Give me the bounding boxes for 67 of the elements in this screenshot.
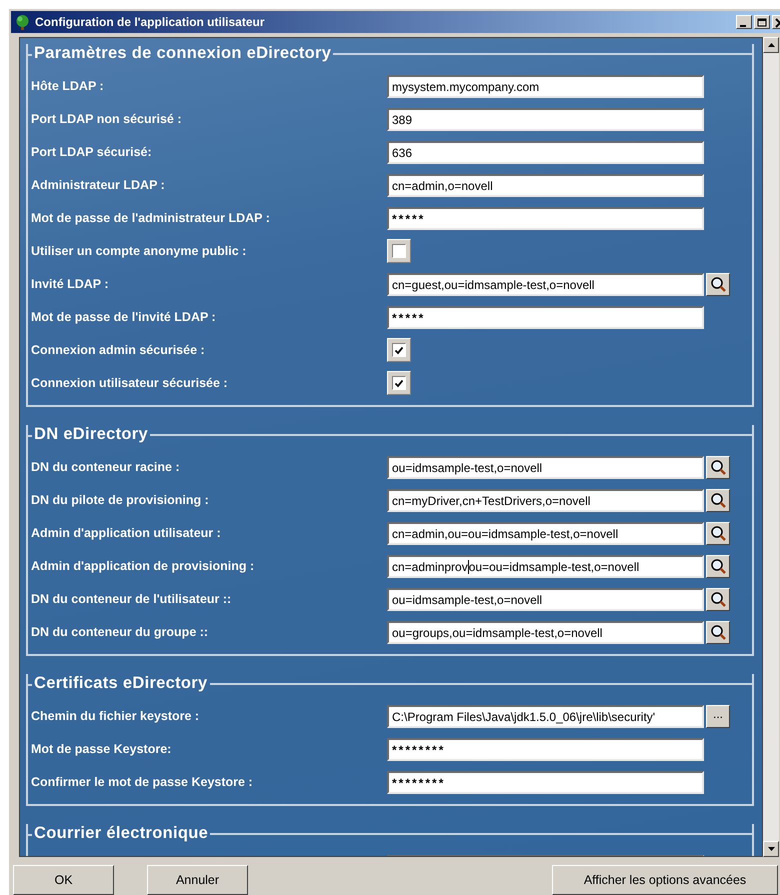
field-label: Invité LDAP :: [30, 277, 110, 291]
search-icon: [710, 492, 726, 508]
minimize-icon[interactable]: [736, 15, 752, 29]
field-label: Confirmer le mot de passe Keystore :: [30, 775, 254, 789]
dialog-button[interactable]: Afficher les options avancées: [552, 865, 778, 895]
input-field[interactable]: 389: [387, 108, 704, 130]
search-icon: [710, 276, 726, 292]
input-field[interactable]: C:\Program Files\Java\jdk1.5.0_06\jre\lib\security': [387, 704, 704, 728]
search-button[interactable]: [706, 554, 730, 578]
field-label: DN du conteneur du groupe ::: [30, 625, 210, 639]
scrollbar[interactable]: [763, 37, 779, 857]
search-icon: [710, 459, 726, 475]
tree-icon: [14, 14, 31, 30]
field-label: Mot de passe Keystore:: [30, 742, 172, 756]
field-label: Admin d'application de provisioning :: [30, 559, 256, 573]
search-button[interactable]: [706, 620, 730, 644]
field-label: DN du pilote de provisioning :: [30, 493, 210, 507]
input-field[interactable]: cn=admin,ou=ou=idmsample-test,o=novell: [387, 522, 704, 544]
search-icon: [710, 624, 726, 640]
input-field[interactable]: cn=admin,o=novell: [387, 174, 704, 196]
password-field[interactable]: ********: [387, 770, 704, 794]
search-icon: [710, 591, 726, 607]
input-field[interactable]: 636: [387, 140, 704, 164]
input-field[interactable]: ou=groups,ou=idmsample-test,o=novell: [387, 620, 704, 644]
field-label: Port LDAP sécurisé:: [30, 145, 153, 159]
field-label: Connexion utilisateur sécurisée :: [30, 376, 229, 390]
group-title: DN eDirectory: [33, 425, 149, 444]
password-field[interactable]: ********: [387, 738, 704, 760]
search-button[interactable]: [706, 588, 730, 610]
field-label: Admin d'application utilisateur :: [30, 526, 222, 540]
maximize-icon[interactable]: [754, 15, 770, 29]
search-button[interactable]: [706, 456, 730, 478]
search-icon: [710, 558, 726, 574]
dialog-button[interactable]: Annuler: [147, 865, 248, 895]
checkbox[interactable]: [392, 376, 406, 390]
group-title: Courrier électronique: [33, 824, 210, 843]
search-button[interactable]: [706, 272, 730, 296]
input-field[interactable]: cn=adminprovou=ou=idmsample-test,o=novell: [387, 554, 704, 578]
window-title: Configuration de l'application utilisateur: [35, 15, 266, 29]
field-label: Mot de passe de l'invité LDAP :: [30, 310, 217, 324]
input-field[interactable]: mysystem.mycompany.com: [387, 74, 704, 98]
scroll-up-icon[interactable]: [763, 37, 779, 53]
field-label: Administrateur LDAP :: [30, 178, 166, 192]
field-label: Hôte LDAP :: [30, 79, 105, 93]
field-label: DN du conteneur de l'utilisateur ::: [30, 592, 232, 606]
search-button[interactable]: [706, 522, 730, 544]
field-label: Port LDAP non sécurisé :: [30, 112, 182, 126]
input-field[interactable]: cn=myDriver,cn+TestDrivers,o=novell: [387, 488, 704, 512]
password-field[interactable]: *****: [387, 306, 704, 328]
browse-button[interactable]: ...: [706, 704, 730, 728]
search-button[interactable]: [706, 488, 730, 512]
password-field[interactable]: *****: [387, 206, 704, 230]
input-field[interactable]: cn=guest,ou=idmsample-test,o=novell: [387, 272, 704, 296]
checkbox[interactable]: [392, 244, 406, 258]
checkbox[interactable]: [392, 343, 406, 357]
input-field[interactable]: ou=idmsample-test,o=novell: [387, 588, 704, 610]
scroll-down-icon[interactable]: [763, 841, 779, 857]
dialog-button[interactable]: OK: [13, 865, 114, 895]
group-title: Paramètres de connexion eDirectory: [33, 44, 332, 63]
field-label: Connexion admin sécurisée :: [30, 343, 206, 357]
field-label: DN du conteneur racine :: [30, 460, 181, 474]
group-title: Certificats eDirectory: [33, 674, 209, 693]
input-field[interactable]: ou=idmsample-test,o=novell: [387, 456, 704, 478]
field-label: Mot de passe de l'administrateur LDAP :: [30, 211, 271, 225]
search-icon: [710, 525, 726, 541]
field-label: Utiliser un compte anonyme public :: [30, 244, 248, 258]
field-label: Chemin du fichier keystore :: [30, 709, 200, 723]
